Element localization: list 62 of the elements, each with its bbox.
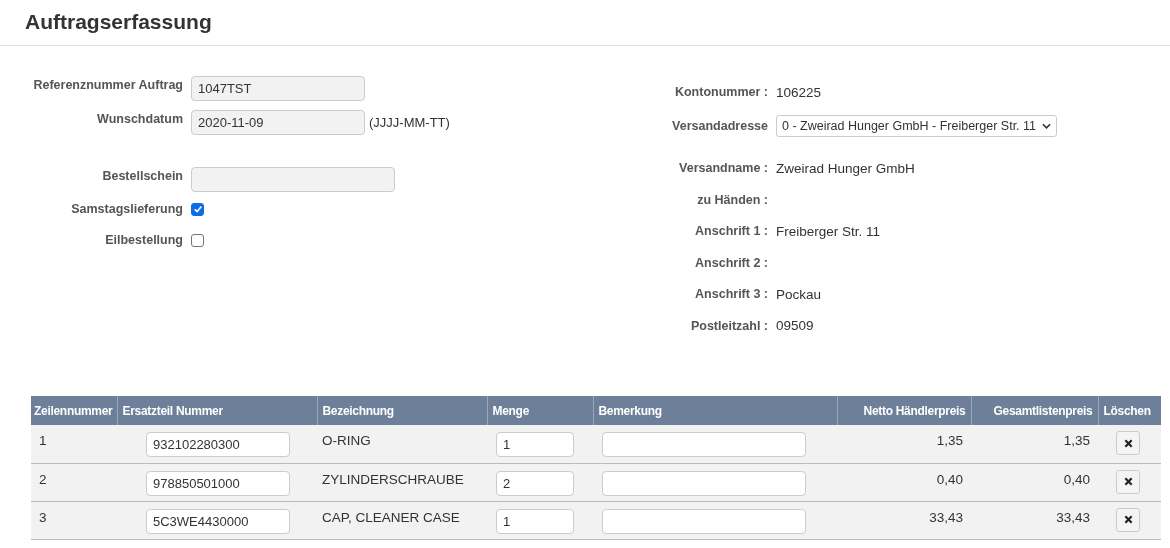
delete-button[interactable] (1116, 469, 1140, 494)
field-label: Postleitzahl : (689, 318, 768, 333)
part-number-field[interactable]: 932102280300 (146, 432, 290, 457)
close-icon (1123, 515, 1133, 524)
column-header: Zeilennummer (31, 396, 117, 425)
field-value: Pockau (776, 286, 822, 302)
remark-field[interactable] (602, 432, 806, 457)
delete-button[interactable] (1116, 507, 1140, 532)
address-dropdown[interactable]: 0 - Zweirad Hunger GmbH - Freiberger Str. 11 (776, 115, 1058, 137)
checkbox[interactable] (191, 233, 204, 247)
column-header: Ersatzteil Nummer (117, 396, 317, 425)
close-icon (1123, 477, 1133, 486)
column-header: Löschen (1098, 396, 1161, 425)
table-cell: 1,35 (837, 425, 971, 463)
field-label: Bestellschein (101, 168, 183, 183)
table-cell: O-RING (317, 425, 487, 463)
date-format-hint: (JJJJ-MM-TT) (369, 114, 450, 130)
page-title: Auftragserfassung (0, 0, 1170, 46)
checkbox[interactable] (191, 202, 204, 216)
column-header: Gesamtlistenpreis (971, 396, 1098, 425)
field-value: 09509 (776, 318, 814, 333)
date-field[interactable]: 2020-11-09 (191, 110, 365, 135)
account-number: 106225 (776, 84, 822, 100)
remark-field[interactable] (602, 470, 806, 496)
column-header: Netto Händlerpreis (837, 396, 971, 425)
reference-field[interactable]: 1047TST (191, 76, 365, 101)
table-cell: 1,35 (971, 425, 1098, 463)
field-value: Zweirad Hunger GmbH (776, 160, 915, 176)
field-label: zu Händen : (696, 192, 768, 207)
table-cell: ZYLINDERSCHRAUBE (317, 463, 487, 501)
table-cell: 33,43 (971, 501, 1098, 539)
chevron-down-icon (1042, 123, 1052, 129)
quantity-field[interactable]: 1 (496, 432, 574, 457)
field-label: Anschrift 3 : (694, 287, 768, 301)
part-number-field[interactable]: 5C3WE4430000 (146, 508, 290, 534)
field-value: Freiberger Str. 11 (776, 223, 881, 239)
delete-button[interactable] (1116, 431, 1140, 455)
field-label: Versandadresse (671, 119, 768, 133)
column-header: Menge (487, 396, 593, 425)
remark-field[interactable] (602, 508, 806, 534)
table-cell: 3 (31, 501, 117, 539)
table-cell: 1 (31, 425, 117, 463)
quantity-field[interactable]: 2 (496, 470, 574, 496)
column-header: Bezeichnung (317, 396, 487, 425)
table-cell: 2 (31, 463, 117, 501)
checkbox-label: Eilbestellung (104, 233, 183, 247)
field-label: Kontonummer : (673, 85, 768, 99)
part-number-field[interactable]: 978850501000 (146, 470, 290, 496)
quantity-field[interactable]: 1 (496, 508, 574, 534)
close-icon (1123, 438, 1133, 448)
field-label: Anschrift 1 : (694, 224, 768, 238)
table-cell: 0,40 (971, 463, 1098, 501)
table-cell: 33,43 (837, 501, 971, 539)
field-label: Referenznummer Auftrag (32, 77, 183, 92)
field-label: Wunschdatum (96, 111, 183, 126)
table-cell: 0,40 (837, 463, 971, 501)
table-cell: CAP, CLEANER CASE (317, 501, 487, 539)
checkbox-label: Samstagslieferung (70, 202, 183, 216)
field-label: Versandname : (678, 161, 768, 175)
column-header: Bemerkung (593, 396, 837, 425)
field-label: Anschrift 2 : (694, 255, 768, 270)
order-slip-field[interactable] (191, 167, 395, 192)
